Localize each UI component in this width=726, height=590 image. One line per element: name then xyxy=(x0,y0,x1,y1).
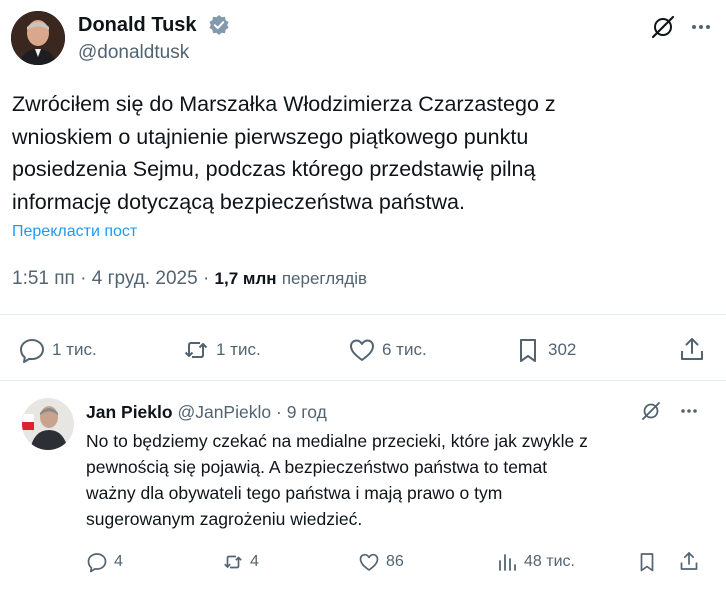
repost-icon xyxy=(184,342,208,358)
share-icon xyxy=(681,338,703,360)
meta-separator: · xyxy=(80,268,92,289)
author-avatar[interactable] xyxy=(11,11,65,65)
divider xyxy=(0,380,726,381)
meta-separator: · xyxy=(202,268,215,289)
grok-icon[interactable] xyxy=(650,14,676,40)
reply-reply-count: 4 xyxy=(114,553,123,570)
share-icon xyxy=(680,552,698,570)
reply-author-handle[interactable]: @JanPieklo xyxy=(177,402,271,422)
reply-button[interactable]: 1 тис. xyxy=(18,336,97,364)
author-name[interactable]: Donald Tusk xyxy=(78,12,197,38)
repost-count: 1 тис. xyxy=(216,340,261,359)
share-button[interactable] xyxy=(678,335,706,363)
more-options-icon[interactable] xyxy=(678,400,700,422)
reply-text-line: pewnością się pojawią. A bezpieczeństwo … xyxy=(86,457,548,477)
reply-views-count: 48 тис. xyxy=(524,553,575,570)
reply-count: 1 тис. xyxy=(52,340,97,359)
reply-author-name[interactable]: Jan Pieklo xyxy=(86,402,173,422)
reply-time[interactable]: 9 год xyxy=(287,402,327,422)
analytics-icon xyxy=(499,554,516,571)
reply-repost-count: 4 xyxy=(250,553,259,570)
reply-text-line: No to będziemy czekać na medialne przeci… xyxy=(86,431,588,451)
bookmark-button[interactable]: 302 xyxy=(514,336,576,364)
reply-bookmark-button[interactable] xyxy=(636,551,658,573)
tweet-text: Zwróciłem się do Marszałka Włodzimierza … xyxy=(12,88,692,218)
tweet-time[interactable]: 1:51 пп xyxy=(12,268,75,289)
more-options-icon[interactable] xyxy=(688,14,714,40)
views-label: переглядів xyxy=(281,269,368,288)
tweet-text-line: wnioskiem o utajnienie pierwszego piątko… xyxy=(12,124,529,149)
reply-text-line: ważny dla obywateli tego państwa i mają … xyxy=(86,483,503,503)
reply-share-button[interactable] xyxy=(678,550,700,572)
tweet-text-line: Zwróciłem się do Marszałka Włodzimierza … xyxy=(12,92,556,116)
like-button[interactable]: 6 тис. xyxy=(348,336,427,364)
bookmark-count: 302 xyxy=(548,340,577,359)
bookmark-icon xyxy=(520,339,536,362)
views-count: 1,7 млн xyxy=(214,269,277,288)
reply-text: No to będziemy czekać na medialne przeci… xyxy=(86,428,706,532)
divider xyxy=(0,314,726,315)
heart-icon xyxy=(359,553,379,571)
verified-badge-icon xyxy=(208,14,230,36)
reply-header: Jan Pieklo @JanPieklo · 9 год xyxy=(86,401,327,423)
tweet-date[interactable]: 4 груд. 2025 xyxy=(92,268,198,289)
reply-icon xyxy=(87,553,107,573)
heart-icon xyxy=(350,339,374,361)
reply-like-button[interactable]: 86 xyxy=(358,551,404,573)
reply-repost-button[interactable]: 4 xyxy=(222,551,259,573)
translate-post-link[interactable]: Перекласти пост xyxy=(12,222,137,242)
reply-icon xyxy=(20,339,44,363)
tweet-text-line: posiedzenia Sejmu, podczas którego przed… xyxy=(12,157,536,181)
reply-author-avatar[interactable] xyxy=(22,398,74,450)
author-handle[interactable]: @donaldtusk xyxy=(78,40,189,66)
tweet-text-line: informację dotyczącą bezpieczeństwa pańs… xyxy=(12,189,465,214)
reply-text-line: sugerowanym zagrożeniu wiedzieć. xyxy=(86,509,363,529)
grok-icon[interactable] xyxy=(640,400,662,422)
repost-button[interactable]: 1 тис. xyxy=(182,336,261,364)
tweet-meta: 1:51 пп · 4 груд. 2025 · 1,7 млн перегля… xyxy=(12,266,367,292)
repost-icon xyxy=(224,555,242,569)
meta-separator: · xyxy=(275,402,282,422)
like-count: 6 тис. xyxy=(382,340,427,359)
reply-views-button[interactable]: 48 тис. xyxy=(496,551,575,573)
bookmark-icon xyxy=(640,553,654,572)
reply-reply-button[interactable]: 4 xyxy=(86,551,123,573)
reply-like-count: 86 xyxy=(386,553,404,570)
